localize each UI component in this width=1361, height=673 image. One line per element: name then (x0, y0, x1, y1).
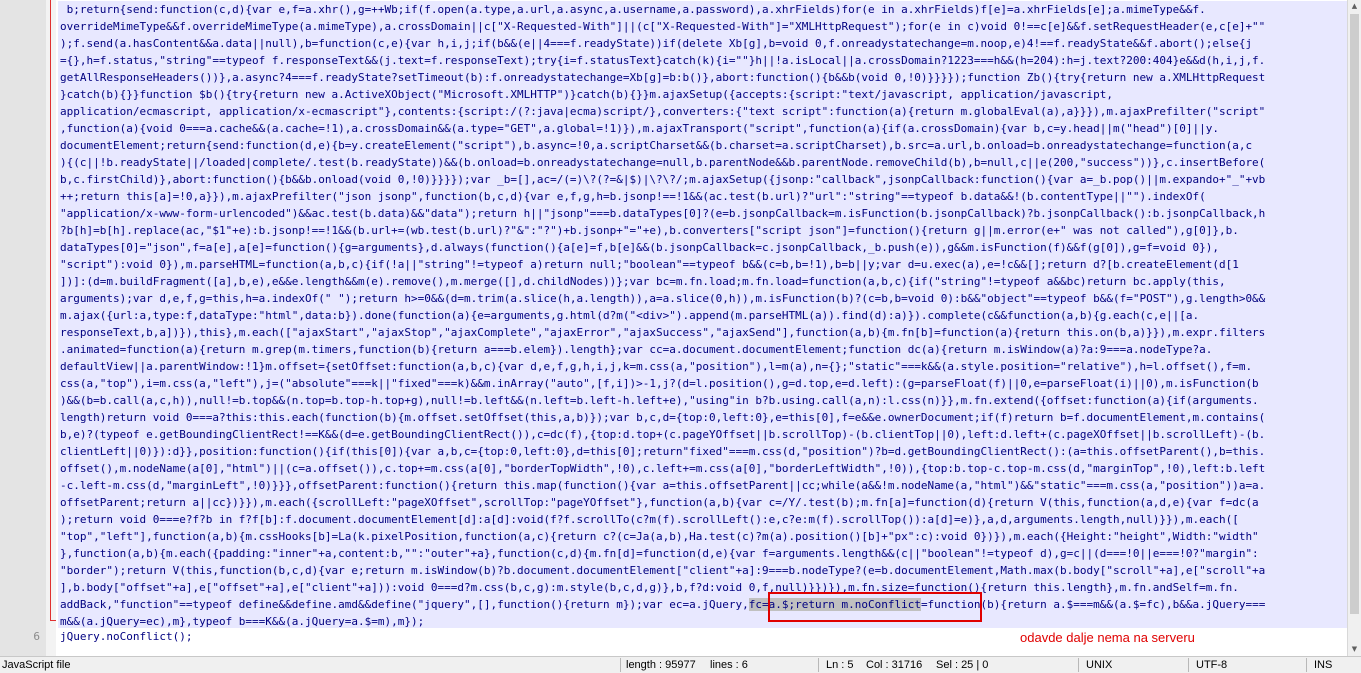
code-line: ={},h=f.status,"string"==typeof f.respon… (60, 54, 1266, 67)
status-ins: INS (1314, 659, 1333, 671)
code-line: offset(),m.nodeName(a[0],"html")||(c=a.o… (60, 462, 1266, 475)
status-separator (1078, 658, 1079, 672)
code-line: ])]:(d=m.buildFragment([a],b,e),e&&e.len… (60, 275, 1226, 288)
status-ln: Ln : 5 (826, 659, 854, 671)
code-line: b;return{send:function(c,d){var e,f=a.xh… (60, 3, 1206, 16)
code-line: );f.send(a.hasContent&&a.data||null),b=f… (60, 37, 1253, 50)
code-line-with-selection: addBack,"function"==typeof define&&defin… (58, 596, 1348, 613)
code-line: ++;return this[a]=!0,a}}),m.ajaxPrefilte… (60, 190, 1206, 203)
code-line: m.ajax({url:a,type:f,dataType:"html",dat… (60, 309, 1200, 322)
code-line: responseText,b,a])}),this},m.each(["ajax… (60, 326, 1266, 339)
code-line: ?b[h]=b[h].replace(ac,"$1"+e):b.jsonp!==… (60, 224, 1239, 237)
code-line: clientLeft||0)}):d}},position:function()… (60, 445, 1266, 458)
annotation-text: odavde dalje nema na serveru (1020, 630, 1195, 645)
scroll-down-icon[interactable]: ▼ (1348, 643, 1361, 656)
code-line: -c.left-m.css(d,"marginLeft",!0)}}},offs… (60, 479, 1266, 492)
editor-area[interactable]: 6 b;return{send:function(c,d){var e,f=a.… (0, 0, 1361, 656)
code-line: dataTypes[0]="json",f=a[e],a[e]=function… (60, 241, 1219, 254)
vertical-scrollbar[interactable]: ▲ ▼ (1347, 0, 1361, 656)
code-line-text: addBack,"function"==typeof define&&defin… (60, 598, 749, 611)
status-length: length : 95977 (626, 659, 696, 671)
code-line: offsetParent;return a||cc})}}),m.each({s… (60, 496, 1259, 509)
code-line: )&&(b=b.call(a,c,h)),null!=b.top&&(n.top… (60, 394, 1259, 407)
scroll-up-icon[interactable]: ▲ (1348, 0, 1361, 13)
code-line: application/ecmascript, application/x-ec… (60, 105, 1266, 118)
code-line: "application/x-www-form-urlencoded")&&ac… (60, 207, 1266, 220)
code-line: ,function(a){void 0===a.cache&&(a.cache=… (60, 122, 1219, 135)
code-line: ],b.body["offset"+a],e["offset"+a],e["cl… (60, 581, 1239, 594)
fold-margin[interactable] (46, 0, 56, 656)
status-eol: UNIX (1086, 659, 1113, 671)
code-line: length)return void 0===a?this:this.each(… (60, 411, 1266, 424)
code-line: css(a,"top"),i=m.css(a,"left"),j=("absol… (60, 377, 1259, 390)
status-separator (620, 658, 621, 672)
code-line: b,c.firstChild)},abort:function(){b&&b.o… (60, 173, 1266, 186)
code-line: "top","left"],function(a,b){m.cssHooks[b… (60, 530, 1259, 543)
fold-line-end (50, 620, 56, 621)
status-separator (1306, 658, 1307, 672)
code-line: "border");return V(this,function(b,c,d){… (60, 564, 1266, 577)
code-line: }catch(b){}}function $b(){try{return new… (60, 88, 1113, 101)
code-line: documentElement;return{send:function(d,e… (60, 139, 1253, 152)
code-line: );return void 0===e?f?b in f?f[b]:f.docu… (60, 513, 1239, 526)
status-bar: JavaScript file length : 95977 lines : 6… (0, 656, 1361, 673)
line-number-gutter[interactable]: 6 (0, 0, 47, 656)
code-line: },function(a,b){m.each({padding:"inner"+… (60, 547, 1259, 560)
code-line: getAllResponseHeaders())},a.async?4===f.… (60, 71, 1266, 84)
line-number-6: 6 (33, 630, 40, 643)
fold-line (50, 0, 51, 620)
status-file-type: JavaScript file (2, 659, 71, 671)
red-highlight-box (768, 592, 982, 622)
status-lines: lines : 6 (710, 659, 748, 671)
code-line: ){(c||!b.readyState||/loaded|complete/.t… (60, 156, 1266, 169)
status-encoding: UTF-8 (1196, 659, 1228, 671)
code-line: overrideMimeType&&f.overrideMimeType(a.m… (60, 20, 1266, 33)
scrollbar-thumb[interactable] (1350, 14, 1359, 614)
code-line: "script"):void 0}),m.parseHTML=function(… (60, 258, 1239, 271)
status-sel: Sel : 25 | 0 (936, 659, 989, 671)
status-separator (818, 658, 819, 672)
code-line: arguments);var d,e,f,g=this,h=a.indexOf(… (60, 292, 1266, 305)
code-line: b,e)?(typeof e.getBoundingClientRect!==K… (60, 428, 1266, 441)
status-col: Col : 31716 (866, 659, 923, 671)
selected-code-block[interactable]: b;return{send:function(c,d){var e,f=a.xh… (58, 1, 1348, 628)
status-separator (1188, 658, 1189, 672)
code-line: defaultView||a.parentWindow:!1}m.offset=… (60, 360, 1253, 373)
code-line: .animated=function(a){return m.grep(m.ti… (60, 343, 1213, 356)
